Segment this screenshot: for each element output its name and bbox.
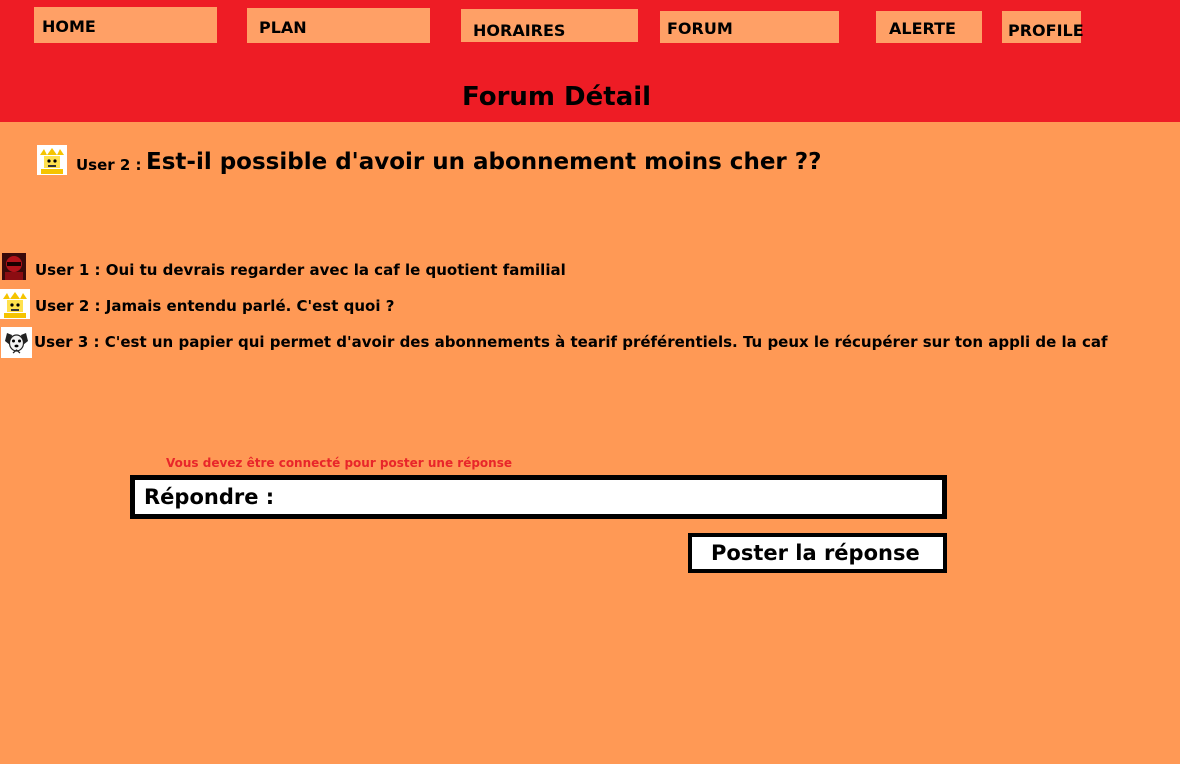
nav-profile[interactable]: PROFILE [1002,11,1084,43]
nav-forum[interactable]: FORUM [660,11,839,43]
reply-input-label: Répondre : [144,485,275,509]
page-title: Forum Détail [462,82,652,112]
reply-input[interactable]: Répondre : [130,475,947,519]
reply-item: User 2 : Jamais entendu parlé. C'est quo… [35,297,395,315]
login-required-notice: Vous devez être connecté pour poster une… [166,456,512,470]
red-character-icon [2,253,26,280]
yellow-character-icon [0,289,30,319]
yellow-character-icon [37,145,67,175]
nav-alerte[interactable]: ALERTE [876,11,982,43]
post-reply-button[interactable]: Poster la réponse [688,533,947,573]
question-author: User 2 : [76,156,142,174]
nav-horaires[interactable]: HORAIRES [461,9,638,42]
nav-home[interactable]: HOME [34,7,217,43]
question-text: Est-il possible d'avoir un abonnement mo… [146,149,822,175]
reply-item: User 1 : Oui tu devrais regarder avec la… [35,261,566,279]
reply-item: User 3 : C'est un papier qui permet d'av… [34,333,1108,351]
dog-character-icon [1,327,32,358]
nav-plan[interactable]: PLAN [247,8,430,43]
